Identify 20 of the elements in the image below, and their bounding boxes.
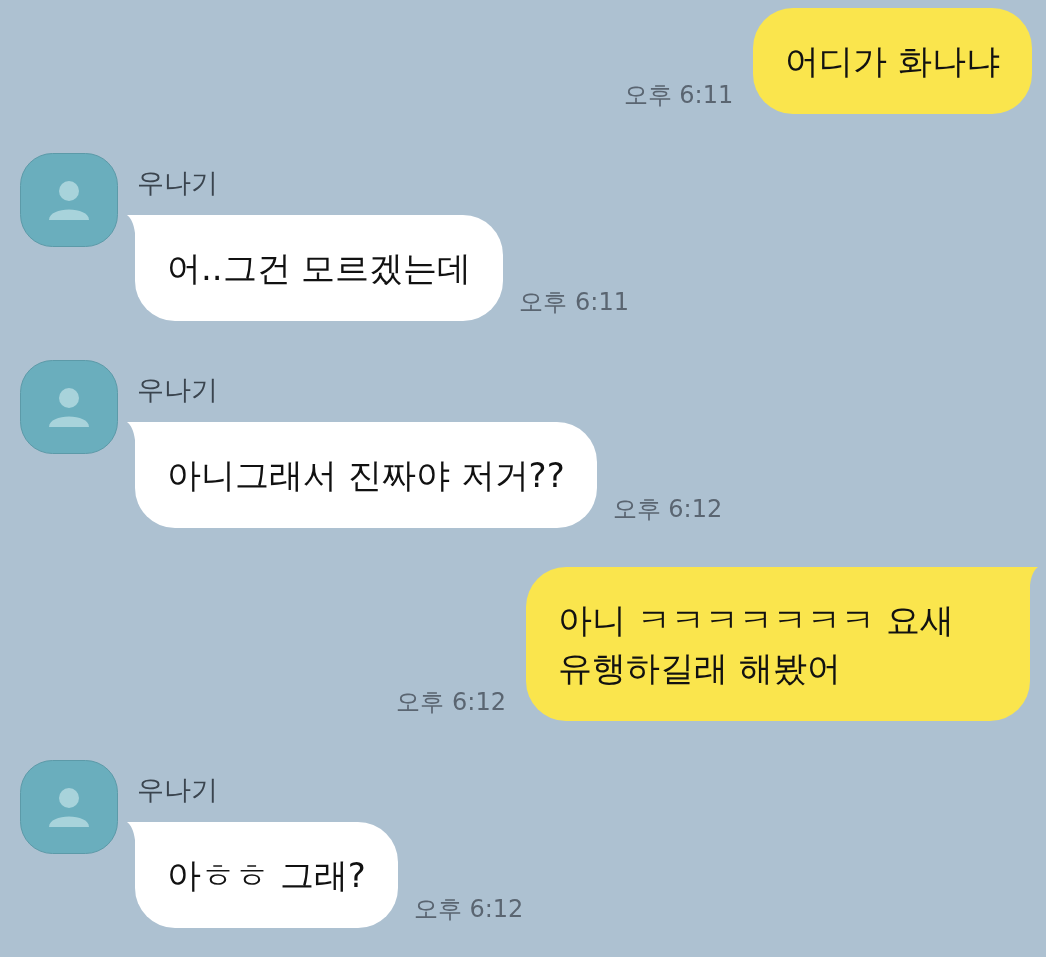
sender-name: 우나기 [137, 166, 218, 200]
sender-name: 우나기 [137, 373, 218, 407]
message-bubble: 어디가 화나냐 [753, 8, 1032, 114]
sender-name: 우나기 [137, 773, 218, 807]
bubble-tail [127, 822, 135, 840]
bubble-tail [127, 215, 135, 233]
bubble-tail [127, 422, 135, 440]
message-time: 오후 6:12 [413, 894, 524, 924]
avatar-icon[interactable] [20, 360, 118, 454]
avatar-icon[interactable] [20, 760, 118, 854]
message-bubble: 어..그건 모르겠는데 [135, 215, 504, 321]
message-bubble: 아니그래서 진짜야 저거?? [135, 422, 597, 528]
avatar-icon[interactable] [20, 153, 118, 247]
message-time: 오후 6:12 [612, 494, 723, 524]
message-time: 오후 6:11 [623, 80, 734, 110]
message-time: 오후 6:11 [519, 287, 629, 317]
bubble-tail [1030, 567, 1038, 585]
message-time: 오후 6:12 [396, 687, 506, 717]
message-bubble: 아니 ㅋㅋㅋㅋㅋㅋㅋ 요새 유행하길래 해봤어 [526, 567, 1030, 721]
message-bubble: 아ㅎㅎ 그래? [135, 822, 398, 928]
